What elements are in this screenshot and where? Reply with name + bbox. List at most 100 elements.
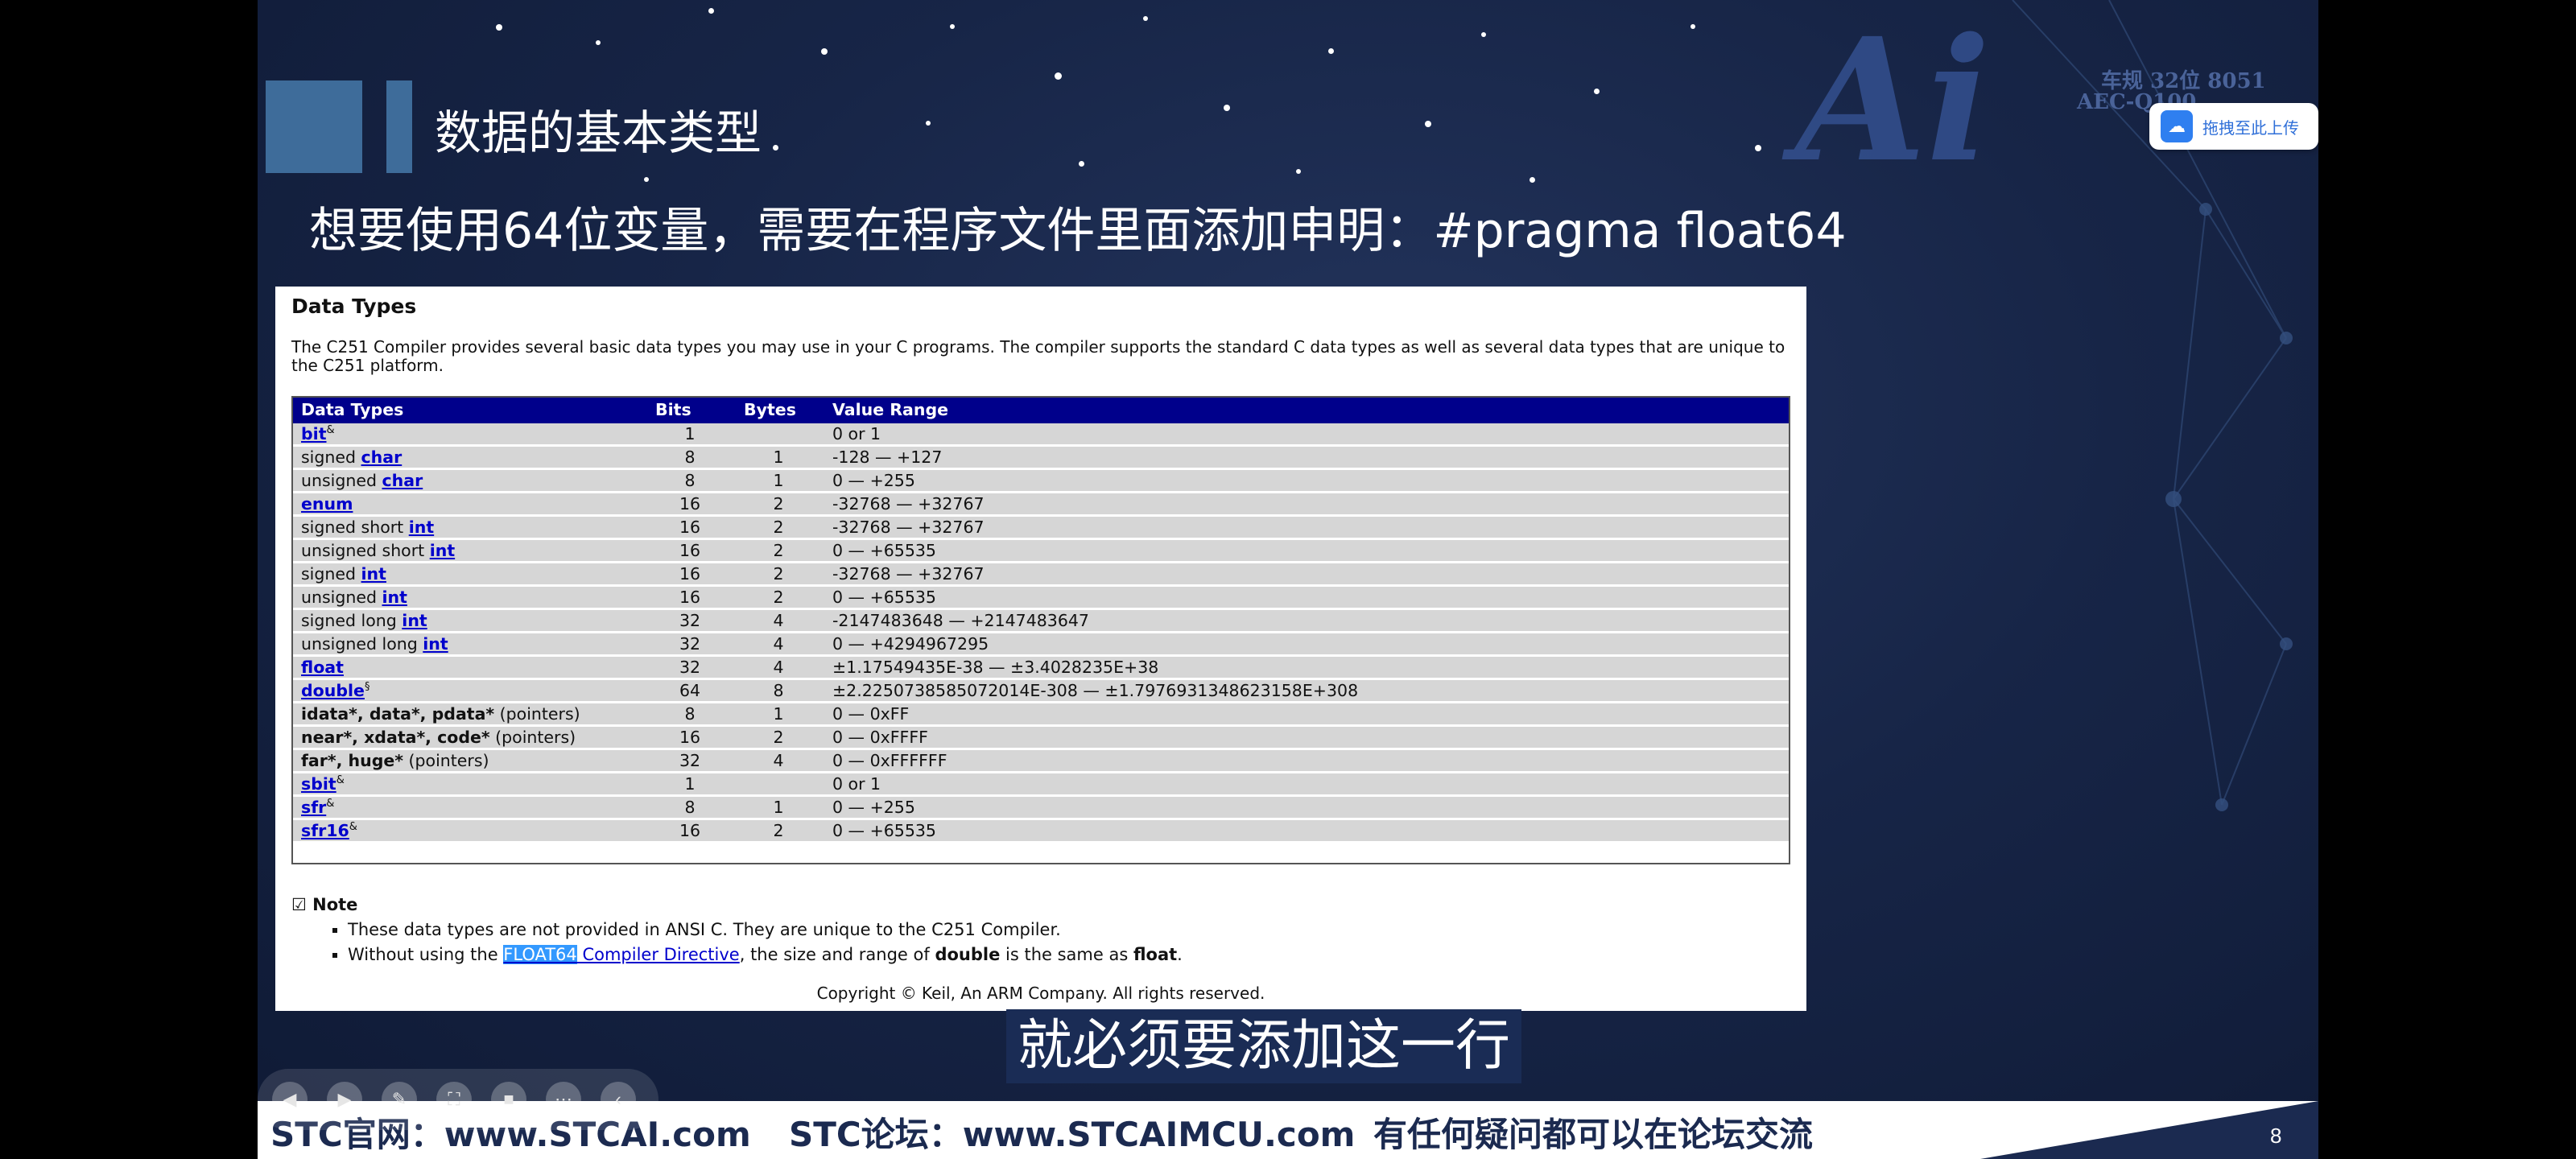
bits-cell: 1 bbox=[684, 424, 696, 443]
bytes-cell: 2 bbox=[773, 494, 784, 514]
pointer-suffix: (pointers) bbox=[489, 728, 576, 747]
note-bold: float bbox=[1133, 945, 1178, 964]
note-text: is the same as bbox=[1000, 945, 1133, 964]
table-row: float 32 4 ±1.17549435E-38 — ±3.4028235E+38 bbox=[291, 655, 1790, 680]
type-prefix: unsigned bbox=[301, 471, 382, 490]
type-prefix: signed long bbox=[301, 611, 402, 630]
table-row: double§ 64 8 ±2.2250738585072014E-308 — ±1.… bbox=[291, 678, 1790, 703]
document-screenshot: Data Types The C251 Compiler provides se… bbox=[275, 287, 1806, 1011]
pen-icon[interactable]: ✎ bbox=[382, 1082, 417, 1117]
type-link[interactable]: int bbox=[361, 564, 386, 584]
range-cell: -32768 — +32767 bbox=[832, 518, 985, 537]
table-row: far*, huge* (pointers) 32 4 0 — 0xFFFFFF bbox=[291, 749, 1790, 773]
table-row: signed int 16 2 -32768 — +32767 bbox=[291, 562, 1790, 587]
note-heading: ☑ Note bbox=[291, 895, 357, 914]
data-types-table: Data Types Bits Bytes Value Range bit & 1 0… bbox=[291, 396, 1790, 841]
collapse-icon[interactable]: ‹ bbox=[601, 1082, 636, 1117]
bits-cell: 16 bbox=[679, 518, 701, 537]
list-item: Without using the FLOAT64 Compiler Direc… bbox=[348, 942, 1183, 967]
pointer-types: idata*, data*, pdata* bbox=[301, 704, 495, 724]
type-link[interactable]: char bbox=[361, 448, 402, 467]
type-prefix: unsigned long bbox=[301, 634, 423, 654]
type-link[interactable]: bit bbox=[301, 424, 327, 443]
table-row: bit& 1 0 or 1 bbox=[291, 423, 1790, 447]
screenshot-icon[interactable]: ⛶ bbox=[436, 1082, 472, 1117]
type-note: & bbox=[336, 774, 345, 787]
table-row: signed char 8 1 -128 — +127 bbox=[291, 445, 1790, 470]
table-row: near*, xdata*, code* (pointers) 16 2 0 — 0x… bbox=[291, 725, 1790, 750]
type-link[interactable]: sbit bbox=[301, 774, 336, 794]
range-cell: 0 — +65535 bbox=[832, 821, 936, 840]
type-link[interactable]: int bbox=[423, 634, 448, 654]
note-title: Note bbox=[312, 895, 358, 914]
next-icon[interactable]: ▶ bbox=[327, 1082, 362, 1117]
prev-icon[interactable]: ◀ bbox=[272, 1082, 308, 1117]
brand-logo: Ai bbox=[1795, 1, 1991, 200]
range-cell: 0 — +4294967295 bbox=[832, 634, 989, 654]
list-item: These data types are not provided in ANS… bbox=[348, 918, 1183, 942]
camera-icon[interactable]: ■ bbox=[491, 1082, 526, 1117]
type-link[interactable]: float bbox=[301, 658, 344, 677]
bytes-cell: 2 bbox=[773, 588, 784, 607]
table-row: sbit& 1 0 or 1 bbox=[291, 772, 1790, 797]
type-prefix: unsigned bbox=[301, 588, 382, 607]
note-text: . bbox=[1177, 945, 1183, 964]
bytes-cell: 1 bbox=[773, 704, 784, 724]
page-number: 8 bbox=[2270, 1124, 2282, 1148]
pointer-types: near*, xdata*, code* bbox=[301, 728, 490, 747]
bytes-cell: 8 bbox=[773, 681, 784, 700]
table-row: sfr& 8 1 0 — +255 bbox=[291, 795, 1790, 820]
table-row: unsigned char 8 1 0 — +255 bbox=[291, 468, 1790, 493]
range-cell: 0 — +255 bbox=[832, 798, 915, 817]
type-link[interactable]: enum bbox=[301, 494, 353, 514]
type-link[interactable]: int bbox=[409, 518, 434, 537]
bits-cell: 16 bbox=[679, 541, 701, 560]
type-link[interactable]: int bbox=[382, 588, 407, 607]
doc-intro: The C251 Compiler provides several basic… bbox=[291, 337, 1785, 375]
bytes-cell: 4 bbox=[773, 611, 784, 630]
bytes-cell: 1 bbox=[773, 798, 784, 817]
range-cell: ±1.17549435E-38 — ±3.4028235E+38 bbox=[832, 658, 1159, 677]
table-row: unsigned int 16 2 0 — +65535 bbox=[291, 585, 1790, 610]
type-link[interactable]: sfr16 bbox=[301, 821, 349, 840]
type-note: & bbox=[349, 821, 357, 834]
bits-cell: 32 bbox=[679, 658, 701, 677]
highlighted-text: FLOAT64 bbox=[503, 945, 577, 964]
range-cell: 0 or 1 bbox=[832, 424, 881, 443]
note-text: These data types are not provided in ANS… bbox=[348, 920, 1061, 939]
bytes-cell: 2 bbox=[773, 564, 784, 584]
range-cell: 0 — 0xFFFF bbox=[832, 728, 928, 747]
pointer-suffix: (pointers) bbox=[494, 704, 580, 724]
bytes-cell: 4 bbox=[773, 658, 784, 677]
type-link[interactable]: char bbox=[382, 471, 423, 490]
bytes-cell: 1 bbox=[773, 448, 784, 467]
doc-title: Data Types bbox=[291, 295, 417, 318]
type-link[interactable]: sfr bbox=[301, 798, 326, 817]
footer-forum: STC论坛：www.STCAIMCU.com bbox=[789, 1115, 1356, 1154]
bytes-cell: 2 bbox=[773, 518, 784, 537]
bytes-cell: 2 bbox=[773, 541, 784, 560]
pointer-types: far*, huge* bbox=[301, 751, 403, 770]
bits-cell: 16 bbox=[679, 494, 701, 514]
bits-cell: 16 bbox=[679, 588, 701, 607]
bits-cell: 32 bbox=[679, 634, 701, 654]
bits-cell: 8 bbox=[684, 798, 696, 817]
type-link[interactable]: int bbox=[430, 541, 455, 560]
slide-subtitle: 想要使用64位变量，需要在程序文件里面添加申明：#pragma float64 bbox=[309, 203, 1847, 259]
table-row: unsigned long int 32 4 0 — +4294967295 bbox=[291, 632, 1790, 657]
bytes-cell: 2 bbox=[773, 728, 784, 747]
bytes-cell: 2 bbox=[773, 821, 784, 840]
float64-directive-link[interactable]: FLOAT64 Compiler Directive bbox=[503, 945, 740, 964]
table-header: Data Types Bits Bytes Value Range bbox=[291, 396, 1790, 423]
table-row: enum 16 2 -32768 — +32767 bbox=[291, 492, 1790, 517]
upload-button[interactable]: ☁ 拖拽至此上传 bbox=[2149, 103, 2318, 150]
bits-cell: 64 bbox=[679, 681, 701, 700]
note-icon: ☑ bbox=[291, 895, 307, 914]
title-accent bbox=[386, 80, 412, 173]
header-cell: Value Range bbox=[823, 396, 1790, 423]
type-link[interactable]: int bbox=[402, 611, 427, 630]
bits-cell: 32 bbox=[679, 611, 701, 630]
more-icon[interactable]: ⋯ bbox=[546, 1082, 581, 1117]
type-link[interactable]: double bbox=[301, 681, 365, 700]
range-cell: -32768 — +32767 bbox=[832, 564, 985, 584]
